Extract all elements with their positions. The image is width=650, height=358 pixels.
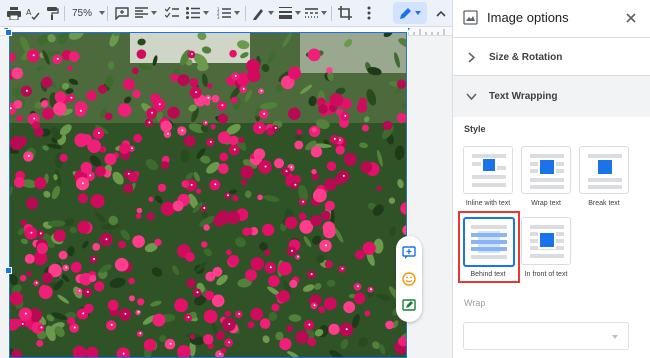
- panel-title: Image options: [487, 10, 569, 25]
- chevron-down-icon: [233, 11, 240, 15]
- more-options-icon[interactable]: [360, 3, 378, 23]
- panel-header: Image options: [453, 0, 650, 37]
- suggest-edits-icon[interactable]: [402, 298, 416, 312]
- image-settings-icon: [463, 10, 478, 25]
- wrap-option-in-front[interactable]: [521, 217, 571, 265]
- wrap-label: Wrap: [464, 298, 486, 308]
- toolbar-divider: [245, 6, 246, 21]
- zoom-select[interactable]: 75%: [66, 3, 106, 23]
- chevron-down-icon: [321, 11, 327, 15]
- wrap-option-inline[interactable]: [463, 146, 513, 194]
- chevron-down-icon: [151, 11, 157, 15]
- wrap-option-label: In front of text: [524, 271, 568, 278]
- checklist-icon[interactable]: [163, 3, 181, 23]
- flower-image[interactable]: [9, 32, 407, 358]
- zoom-value: 75%: [72, 7, 93, 19]
- border-color-icon[interactable]: [250, 3, 276, 23]
- toolbar-divider: [331, 6, 332, 21]
- svg-text:A: A: [26, 8, 32, 17]
- image-options-panel: Image options Size & Rotation Text Wrapp…: [452, 0, 650, 358]
- svg-text:3: 3: [217, 15, 220, 19]
- crop-icon[interactable]: [336, 3, 354, 23]
- section-label: Size & Rotation: [489, 52, 563, 63]
- chevron-down-icon: [466, 93, 477, 100]
- spellcheck-icon[interactable]: A: [24, 3, 42, 23]
- border-weight-icon[interactable]: [278, 3, 302, 23]
- toolbar-divider: [107, 6, 108, 21]
- numbered-list-icon[interactable]: 123: [214, 3, 242, 23]
- toolbar-divider: [64, 6, 65, 21]
- chevron-right-icon: [468, 52, 475, 63]
- chevron-down-icon: [612, 335, 618, 339]
- print-icon[interactable]: [5, 3, 23, 23]
- wrap-option-break[interactable]: [579, 146, 629, 194]
- resize-handle[interactable]: [5, 267, 12, 274]
- selection-highlight: [458, 211, 520, 283]
- bougainvillea-photo: [10, 33, 406, 357]
- resize-handle[interactable]: [5, 29, 12, 36]
- section-text-wrapping[interactable]: Text Wrapping: [453, 75, 650, 117]
- editing-mode-button[interactable]: [393, 2, 427, 24]
- pencil-icon: [400, 7, 411, 19]
- wrap-option-wrap[interactable]: [521, 146, 571, 194]
- wrap-option-label: Wrap text: [531, 200, 561, 207]
- style-label: Style: [464, 124, 486, 134]
- chevron-down-icon: [99, 11, 106, 15]
- border-dash-icon[interactable]: [304, 3, 328, 23]
- align-left-icon[interactable]: [133, 3, 159, 23]
- chevron-down-icon: [202, 11, 209, 15]
- paint-format-icon[interactable]: [43, 3, 61, 23]
- wrap-select[interactable]: [463, 322, 629, 350]
- add-comment-icon[interactable]: [402, 246, 416, 260]
- chevron-down-icon: [268, 11, 274, 15]
- emoji-reaction-icon[interactable]: [402, 272, 416, 286]
- section-size-rotation[interactable]: Size & Rotation: [453, 37, 650, 75]
- floating-action-bar: [396, 236, 422, 322]
- section-label: Text Wrapping: [489, 91, 558, 102]
- close-icon[interactable]: [626, 13, 636, 23]
- chevron-down-icon: [295, 11, 301, 15]
- collapse-menus-icon[interactable]: [433, 3, 449, 23]
- chevron-down-icon: [415, 11, 421, 15]
- wrap-option-label: Break text: [588, 200, 620, 207]
- toolbar: A 75% 123: [0, 0, 452, 27]
- wrap-option-label: Inline with text: [465, 200, 511, 207]
- add-comment-icon[interactable]: [113, 3, 131, 23]
- bulleted-list-icon[interactable]: [183, 3, 211, 23]
